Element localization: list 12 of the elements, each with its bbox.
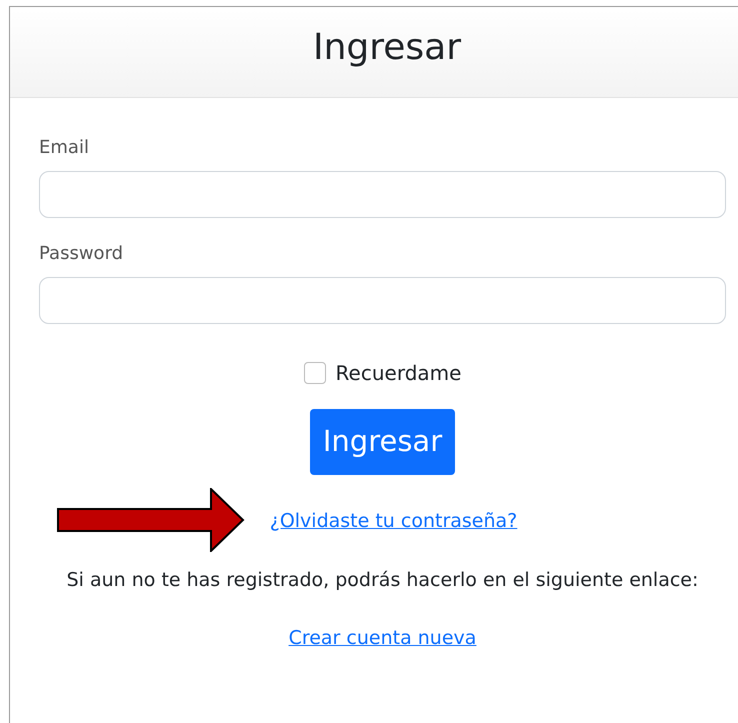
remember-label: Recuerdame bbox=[336, 360, 462, 387]
field-label: Password bbox=[39, 242, 124, 266]
register-text: Si aun no te has registrado, podrás hacerlo en el siguiente enlace: bbox=[66, 568, 700, 592]
field-label: Email bbox=[39, 136, 90, 160]
remember-checkbox[interactable] bbox=[304, 362, 326, 384]
create-account-link[interactable]: Crear cuenta nueva bbox=[288, 624, 476, 652]
input-field[interactable] bbox=[39, 277, 726, 324]
arrow-icon bbox=[57, 488, 245, 552]
page-title: Ingresar bbox=[312, 30, 462, 66]
forgot-password-link[interactable]: ¿Olvidaste tu contraseña? bbox=[270, 507, 518, 536]
submit-button[interactable]: Ingresar bbox=[310, 409, 456, 475]
input-field[interactable] bbox=[39, 171, 726, 218]
